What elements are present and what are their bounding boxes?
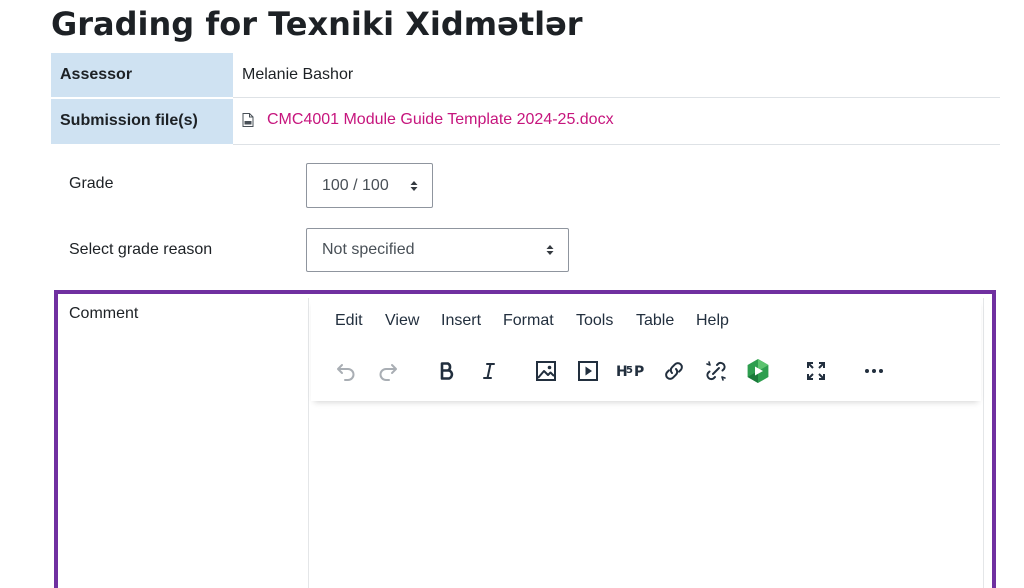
assessor-row: Assessor Melanie Bashor	[51, 53, 1000, 99]
bold-button[interactable]	[432, 356, 462, 386]
editor-header: Edit View Insert Format Tools Table Help	[311, 298, 981, 401]
media-icon	[578, 361, 598, 381]
grading-page: Grading for Texniki Xidmətlər Assessor M…	[0, 0, 1024, 588]
image-button[interactable]	[531, 356, 561, 386]
submission-cell: CMC4001 Module Guide Template 2024-25.do…	[233, 97, 1000, 145]
editor-content-area[interactable]	[309, 402, 983, 588]
h5p-icon: H 5 P	[616, 364, 644, 380]
italic-button[interactable]	[474, 356, 504, 386]
grade-select-value: 100 / 100	[322, 176, 389, 194]
submission-row: Submission file(s) CMC4001 Module Guide …	[51, 97, 1000, 146]
panopto-icon	[747, 359, 769, 383]
more-icon	[865, 369, 883, 373]
media-button[interactable]	[573, 356, 603, 386]
redo-button[interactable]	[373, 356, 403, 386]
undo-icon	[337, 364, 355, 381]
menu-table[interactable]: Table	[636, 312, 674, 330]
redo-icon	[379, 364, 397, 381]
comment-label: Comment	[69, 305, 139, 322]
fullscreen-button[interactable]	[801, 356, 831, 386]
unlink-icon	[706, 361, 726, 381]
link-button[interactable]	[659, 356, 689, 386]
italic-icon	[483, 363, 495, 379]
menu-edit[interactable]: Edit	[335, 312, 363, 330]
menu-view[interactable]: View	[385, 312, 419, 330]
bold-icon	[440, 362, 454, 380]
comment-editor[interactable]: Edit View Insert Format Tools Table Help	[308, 298, 984, 588]
submission-file-link[interactable]: CMC4001 Module Guide Template 2024-25.do…	[242, 111, 614, 129]
grade-reason-select-value: Not specified	[322, 241, 415, 258]
menu-tools[interactable]: Tools	[576, 312, 613, 330]
unlink-button[interactable]	[701, 356, 731, 386]
grade-select[interactable]: 100 / 100	[306, 163, 433, 208]
svg-text:P: P	[634, 364, 644, 380]
document-icon	[242, 112, 254, 127]
menu-insert[interactable]: Insert	[441, 312, 481, 330]
panopto-button[interactable]	[743, 356, 773, 386]
assessor-label: Assessor	[51, 53, 233, 99]
submission-file-name: CMC4001 Module Guide Template 2024-25.do…	[267, 110, 614, 128]
fullscreen-icon	[807, 362, 825, 380]
page-title: Grading for Texniki Xidmətlər	[51, 5, 583, 43]
grade-reason-label: Select grade reason	[69, 241, 213, 258]
assessor-value: Melanie Bashor	[233, 53, 1000, 98]
more-button[interactable]	[859, 356, 889, 386]
link-icon	[665, 362, 683, 380]
image-icon	[536, 361, 556, 381]
grade-label: Grade	[69, 175, 114, 192]
undo-button[interactable]	[331, 356, 361, 386]
select-arrows-icon	[410, 180, 418, 191]
submission-label: Submission file(s)	[51, 97, 233, 146]
grade-reason-select[interactable]: Not specified	[306, 228, 569, 272]
submission-info-table: Assessor Melanie Bashor Submission file(…	[51, 53, 1000, 146]
svg-text:5: 5	[626, 365, 633, 376]
select-arrows-icon	[546, 245, 554, 255]
menu-format[interactable]: Format	[503, 312, 554, 330]
menu-help[interactable]: Help	[696, 312, 729, 330]
h5p-button[interactable]: H 5 P	[615, 356, 649, 386]
